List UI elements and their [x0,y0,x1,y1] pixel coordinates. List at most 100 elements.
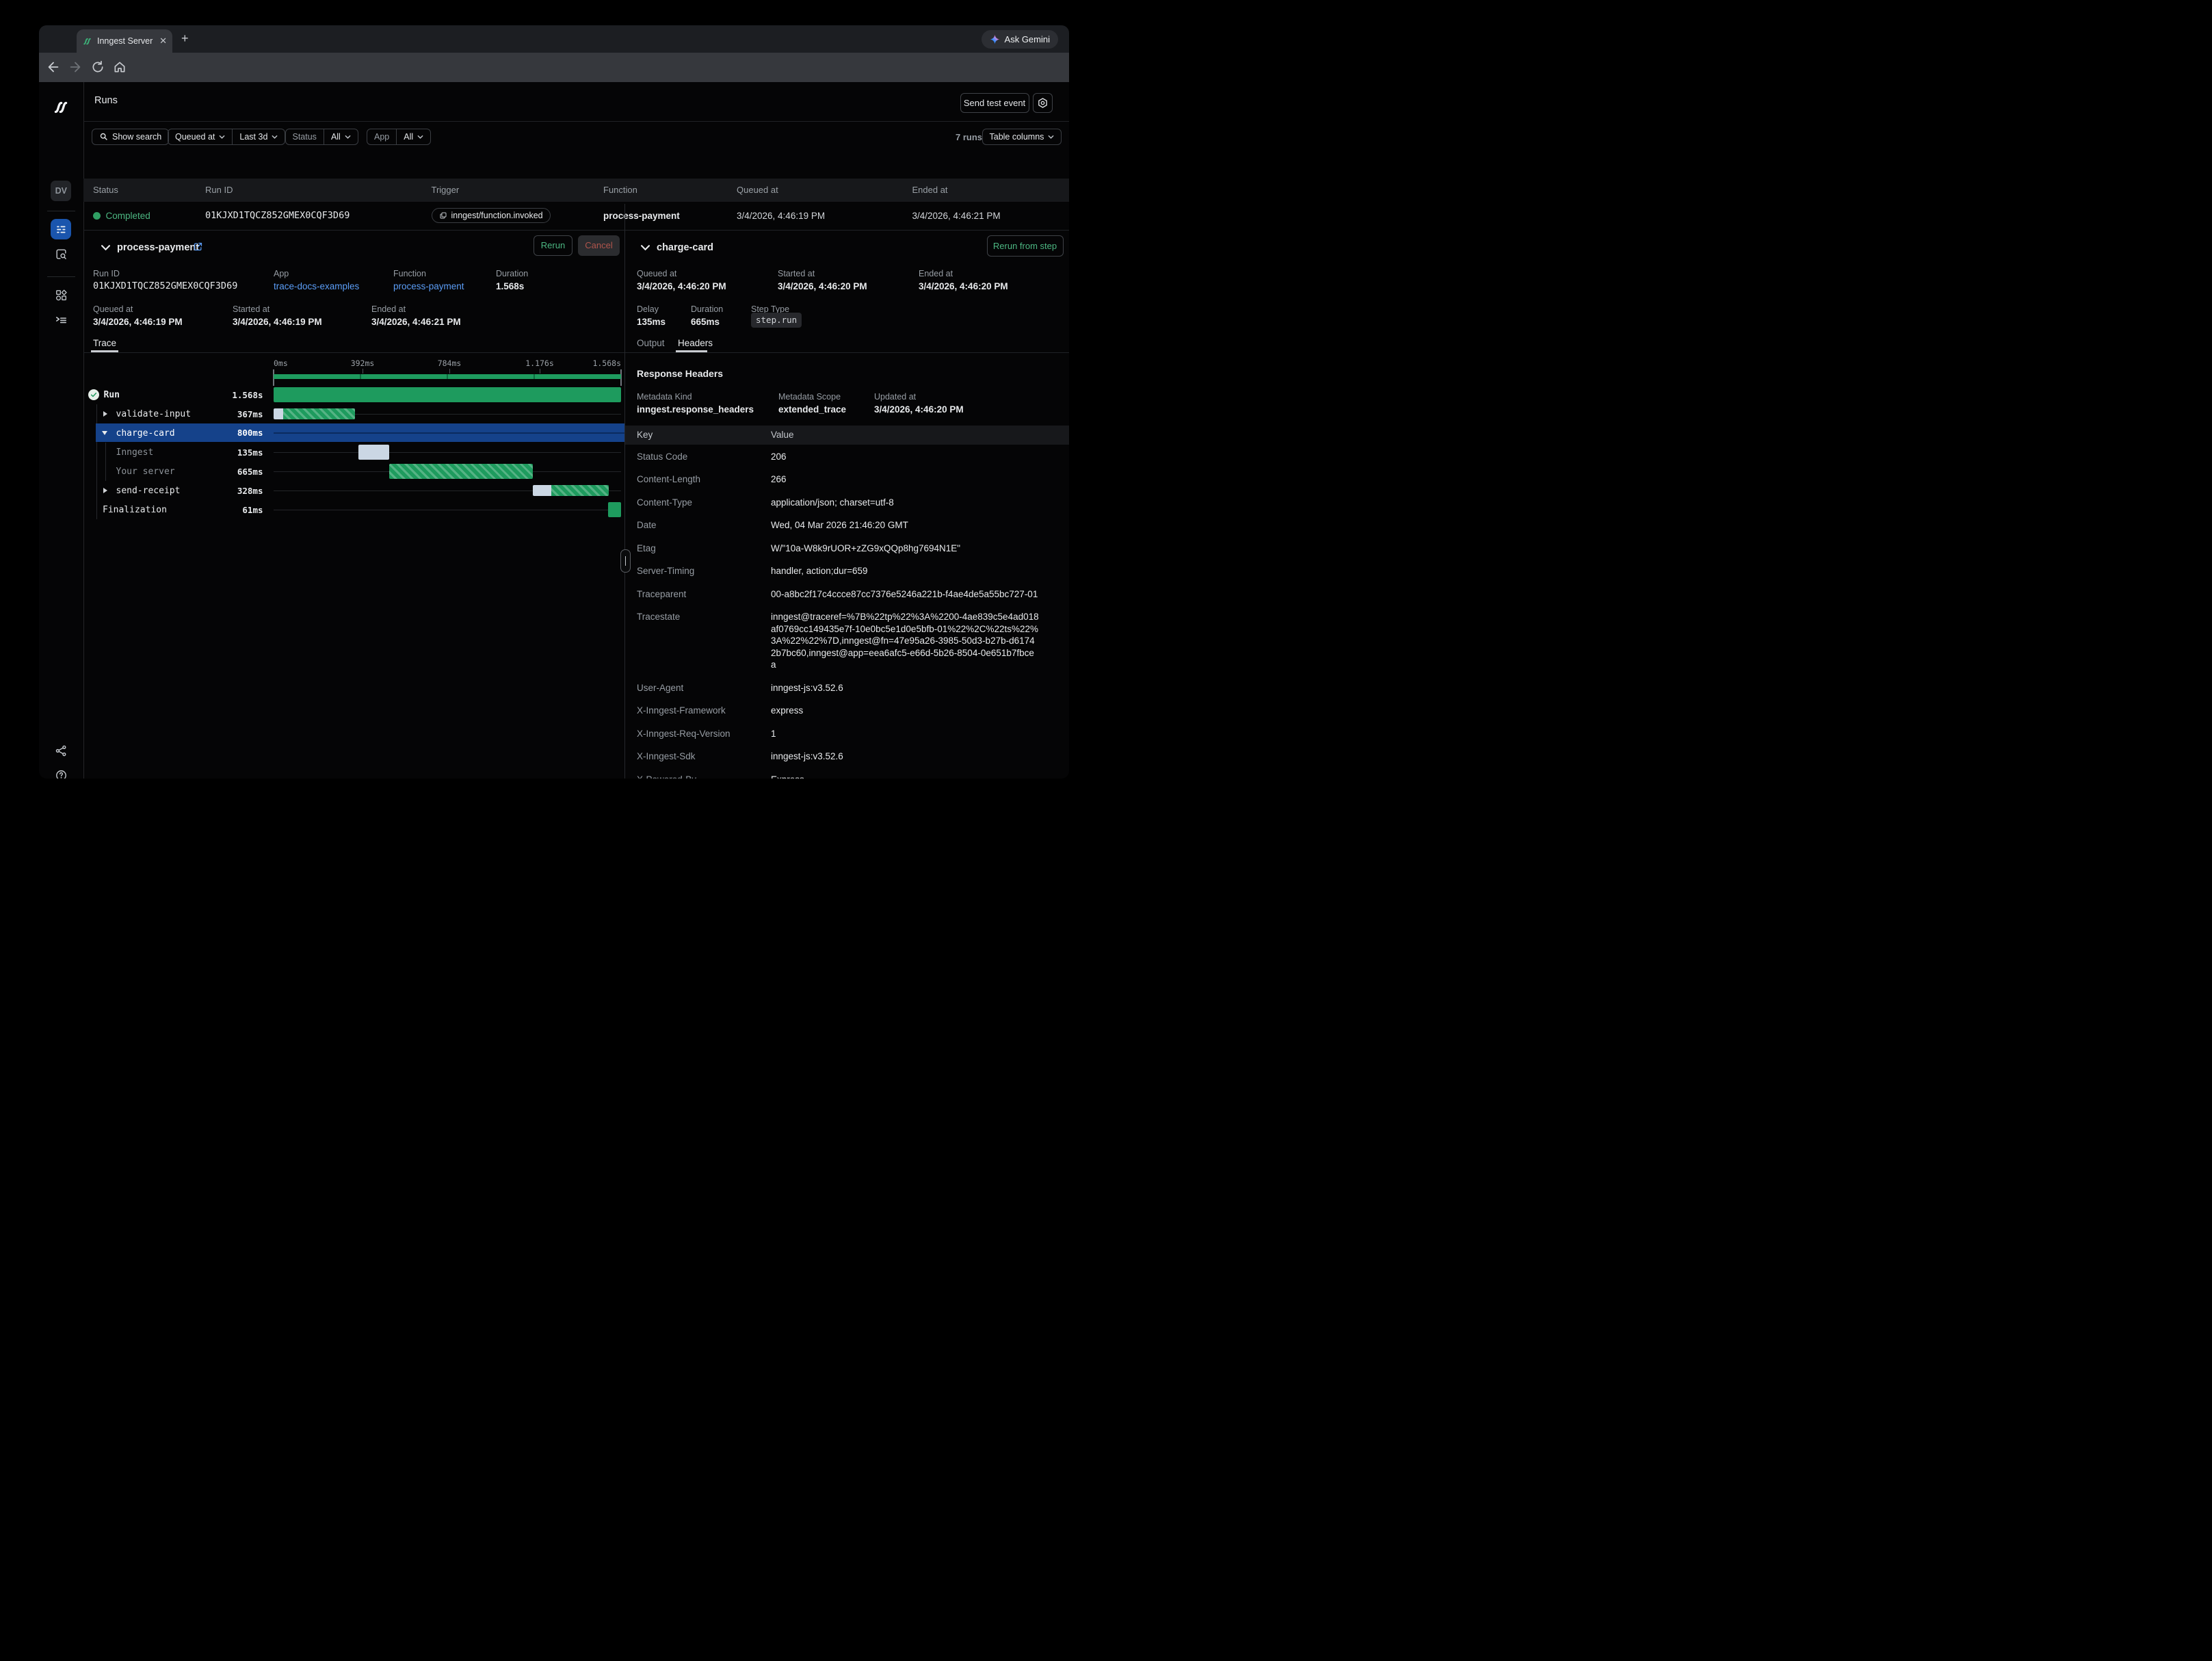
status-filter: Status All [285,129,358,145]
table-row[interactable]: Completed 01KJXD1TQCZ852GMEX0CQF3D69 inn… [83,202,1070,231]
started-at-value: 3/4/2026, 4:46:19 PM [233,317,322,327]
column-status: Status [93,185,118,194]
headers-table-header: Key Value [625,426,1069,445]
runs-count: 7 runs [956,133,982,142]
tab-favicon-inngest-icon [82,36,92,47]
started-at-label: Started at [233,305,269,314]
time-range-dropdown[interactable]: Last 3d [233,129,285,144]
share-icon[interactable] [51,740,71,761]
page-title: Runs [94,96,118,106]
axis-tick-0: 0ms [274,360,288,368]
trace-row-duration: 367ms [179,410,263,419]
column-ended-at: Ended at [912,185,948,194]
trace-bar-send-receipt [551,485,609,496]
new-tab-button[interactable]: + [181,32,189,44]
header-row: Server-Timinghandler, action;dur=659 [637,560,1054,583]
run-id-cell: 01KJXD1TQCZ852GMEX0CQF3D69 [205,211,350,221]
app-link[interactable]: trace-docs-examples [274,282,359,291]
external-link-icon[interactable] [193,241,203,252]
trace-row-name: charge-card [116,429,175,438]
sidebar-item-apps[interactable] [51,285,71,305]
header-row: X-Inngest-Req-Version1 [637,722,1054,746]
ask-gemini-button[interactable]: Ask Gemini [982,30,1058,49]
duration-value: 1.568s [496,282,524,291]
step-detail-panel: charge-card Rerun from step Queued at 3/… [625,230,1069,779]
expand-icon[interactable] [103,411,107,417]
trace-row-validate-input[interactable]: validate-input 367ms [83,404,625,423]
expand-icon[interactable] [103,488,107,493]
headers-table: Status Code206 Content-Length266 Content… [637,445,1054,779]
home-icon[interactable] [113,60,127,74]
sidebar-item-runs[interactable] [51,219,71,239]
step-ended-at-label: Ended at [919,270,953,278]
run-detail-panel: process-payment Rerun Cancel Run ID 01KJ… [83,230,625,779]
column-run-id: Run ID [205,185,233,194]
event-icon [439,211,447,220]
tabs-divider [625,352,1069,353]
trace-bar-your-server [389,464,533,479]
function-link[interactable]: process-payment [393,282,464,291]
trace-row-name: Your server [116,467,175,476]
trace-row-name: Finalization [103,506,167,514]
status-filter-dropdown[interactable]: All [324,129,358,144]
show-search-button[interactable]: Show search [92,129,169,145]
app-filter-dropdown[interactable]: All [397,129,430,144]
trace-row-duration: 61ms [179,506,263,515]
rerun-from-step-button[interactable]: Rerun from step [987,235,1064,257]
trace-minimap[interactable] [274,374,621,379]
header-row: User-Agentinngest-js:v3.52.6 [637,677,1054,700]
value-column-header: Value [771,430,794,440]
trace-row-finalization[interactable]: Finalization 61ms [83,500,625,519]
collapse-run-icon[interactable] [101,245,110,250]
tab-headers[interactable]: Headers [678,339,713,348]
trace-row-duration: 135ms [179,449,263,458]
inngest-logo[interactable] [51,97,71,118]
inngest-app: DV [39,82,1069,779]
trace-row-send-receipt[interactable]: send-receipt 328ms [83,481,625,500]
time-range-label: Last 3d [239,132,267,142]
trace-row-your-server[interactable]: Your server 665ms [83,462,625,481]
sidebar-divider-2 [47,276,75,277]
header-row: EtagW/"10a-W8k9rUOR+zZG9xQQp8hg7694N1E" [637,537,1054,560]
sidebar-item-dev-server[interactable] [51,309,71,330]
settings-button[interactable] [1033,93,1053,113]
trace-row-inngest[interactable]: Inngest 135ms [83,443,625,462]
send-test-event-button[interactable]: Send test event [960,93,1029,113]
trace-bar-validate-input [283,408,355,419]
trigger-badge[interactable]: inngest/function.invoked [432,208,551,223]
tab-output[interactable]: Output [637,339,665,348]
axis-tick-4: 1.568s [573,360,621,368]
queued-at-label: Queued at [93,305,133,314]
tab-inngest-server[interactable]: Inngest Server ✕ [77,29,172,53]
trace-row-duration: 800ms [179,429,263,438]
header-row: Content-Typeapplication/json; charset=ut… [637,491,1054,514]
trace-row-duration: 328ms [179,487,263,496]
settings-hexagon-icon [1037,97,1049,109]
status-filter-label: Status [286,129,324,144]
tab-trace[interactable]: Trace [93,339,116,348]
collapse-step-icon[interactable] [641,245,650,250]
app-badge[interactable]: DV [51,181,71,201]
table-columns-button[interactable]: Table columns [982,129,1062,145]
queued-at-dropdown[interactable]: Queued at [168,129,232,144]
header-row: DateWed, 04 Mar 2026 21:46:20 GMT [637,514,1054,537]
ruler-mid-tick [449,369,450,374]
app-sidebar: DV [39,82,84,779]
trace-row-run[interactable]: Run 1.568s [83,385,625,404]
trace-track-line-selected [274,432,624,434]
metadata-scope-value: extended_trace [778,405,846,415]
sidebar-item-events[interactable] [51,244,71,264]
back-icon[interactable] [46,60,61,75]
trace-row-charge-card[interactable]: charge-card 800ms [96,423,624,442]
trace-row-duration: 1.568s [179,391,263,400]
send-test-event-label: Send test event [964,98,1025,108]
close-tab-icon[interactable]: ✕ [159,36,167,47]
help-icon[interactable] [51,765,71,779]
function-cell: process-payment [603,211,680,221]
rerun-button[interactable]: Rerun [534,235,572,256]
forward-icon[interactable] [68,60,83,75]
collapse-icon[interactable] [102,431,107,435]
reload-icon[interactable] [91,60,105,74]
delay-value: 135ms [637,317,666,327]
cancel-button[interactable]: Cancel [578,235,620,256]
